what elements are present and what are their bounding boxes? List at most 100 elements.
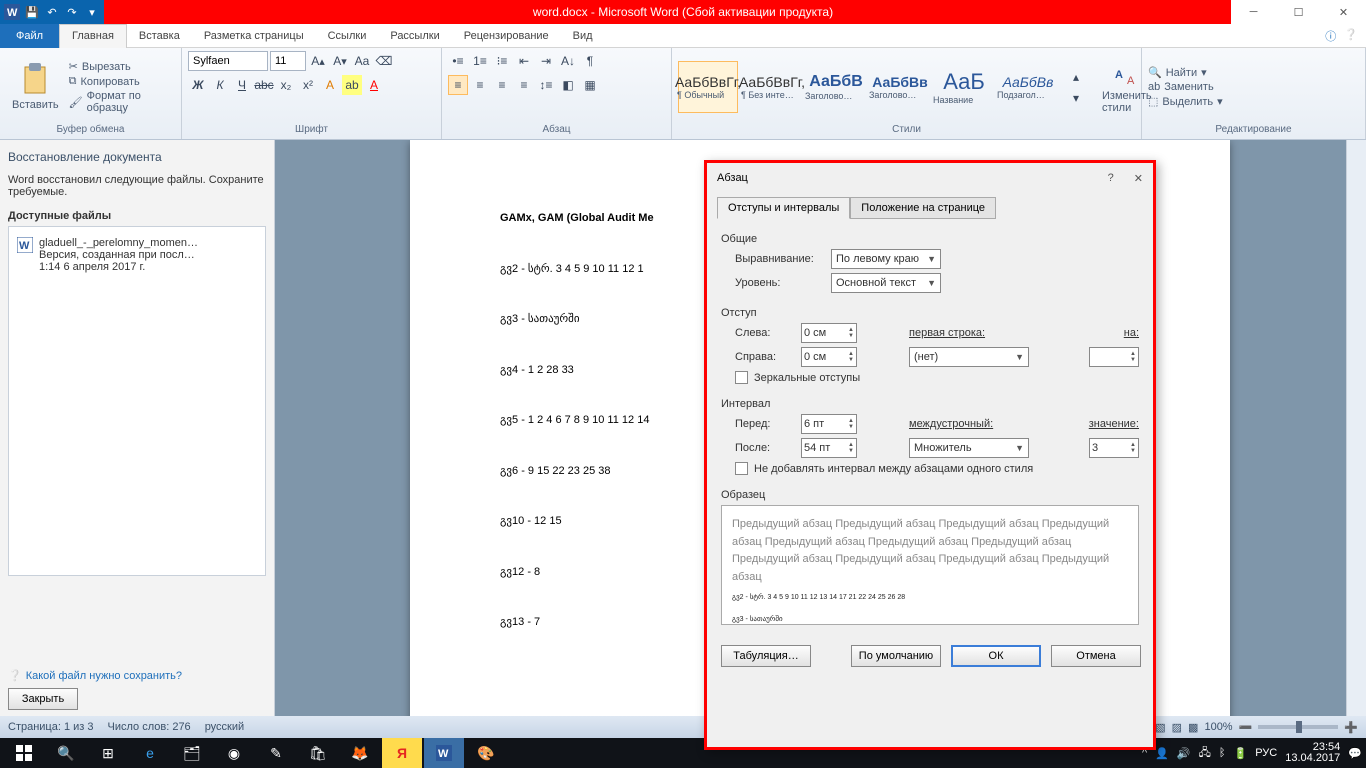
clear-format-icon[interactable]: ⌫ — [374, 51, 394, 71]
zoom-out-icon[interactable]: ➖ — [1239, 721, 1253, 734]
paste-button[interactable]: Вставить — [6, 61, 65, 113]
scrollbar-vertical[interactable] — [1346, 140, 1366, 716]
start-button[interactable] — [4, 738, 44, 768]
text-effects-icon[interactable]: A — [320, 75, 340, 95]
paint-icon[interactable]: 🎨 — [466, 738, 506, 768]
dialog-help-icon[interactable]: ? — [1108, 172, 1114, 185]
zoom-slider[interactable] — [1258, 725, 1338, 729]
strike-button[interactable]: abc — [254, 75, 274, 95]
linespacing-combo[interactable]: Множитель▼ — [909, 438, 1029, 458]
indent-left-spinner[interactable]: 0 см▲▼ — [801, 323, 857, 343]
indent-right-spinner[interactable]: 0 см▲▼ — [801, 347, 857, 367]
format-painter-button[interactable]: 🖌Формат по образцу — [69, 90, 175, 114]
copy-button[interactable]: ⧉Копировать — [69, 75, 175, 88]
save-icon[interactable]: 💾 — [24, 4, 40, 20]
styles-gallery-more[interactable]: ▴ ▾ — [1066, 67, 1086, 108]
tray-bluetooth-icon[interactable]: ᛒ — [1219, 747, 1226, 759]
cancel-button[interactable]: Отмена — [1051, 645, 1141, 667]
tab-indents[interactable]: Отступы и интервалы — [717, 197, 850, 219]
font-family-select[interactable] — [188, 51, 268, 71]
zoom-level[interactable]: 100% — [1204, 721, 1232, 733]
tray-clock[interactable]: 23:54 13.04.2017 — [1285, 742, 1340, 764]
line-spacing-icon[interactable]: ↕≡ — [536, 75, 556, 95]
default-button[interactable]: По умолчанию — [851, 645, 941, 667]
align-right-icon[interactable]: ≡ — [492, 75, 512, 95]
replace-button[interactable]: abЗаменить — [1148, 81, 1223, 93]
tray-lang[interactable]: РУС — [1255, 747, 1277, 759]
tab-review[interactable]: Рецензирование — [452, 24, 561, 48]
mirror-checkbox[interactable] — [735, 371, 748, 384]
file-tab[interactable]: Файл — [0, 24, 59, 48]
minimize-button[interactable]: ─ — [1231, 0, 1276, 24]
qat-more-icon[interactable]: ▾ — [84, 4, 100, 20]
tab-layout[interactable]: Разметка страницы — [192, 24, 316, 48]
firefox-icon[interactable]: 🦊 — [340, 738, 380, 768]
show-marks-icon[interactable]: ¶ — [580, 51, 600, 71]
search-button[interactable]: 🔍 — [46, 738, 86, 768]
tab-home[interactable]: Главная — [59, 24, 127, 48]
firstline-combo[interactable]: (нет)▼ — [909, 347, 1029, 367]
app-icon[interactable]: ✎ — [256, 738, 296, 768]
before-spinner[interactable]: 6 пт▲▼ — [801, 414, 857, 434]
status-page[interactable]: Страница: 1 из 3 — [8, 721, 94, 733]
tray-volume-icon[interactable]: 🔊 — [1177, 747, 1191, 760]
style-title[interactable]: АаБНазвание — [934, 61, 994, 113]
sort-icon[interactable]: A↓ — [558, 51, 578, 71]
linespacing-value-spinner[interactable]: 3▲▼ — [1089, 438, 1139, 458]
redo-icon[interactable]: ↷ — [64, 4, 80, 20]
font-size-select[interactable] — [270, 51, 306, 71]
tab-position[interactable]: Положение на странице — [850, 197, 996, 219]
style-heading1[interactable]: АаБбВЗаголово… — [806, 61, 866, 113]
word-taskbar-icon[interactable]: W — [424, 738, 464, 768]
shading-icon[interactable]: ◧ — [558, 75, 578, 95]
multilevel-icon[interactable]: ⁝≡ — [492, 51, 512, 71]
bullets-icon[interactable]: •≡ — [448, 51, 468, 71]
yandex-icon[interactable]: Я — [382, 738, 422, 768]
explorer-icon[interactable]: 🗂 — [172, 738, 212, 768]
recovery-which-link[interactable]: ❔ Какой файл нужно сохранить? — [8, 669, 266, 682]
align-combo[interactable]: По левому краю▼ — [831, 249, 941, 269]
style-heading2[interactable]: АаБбВвЗаголово… — [870, 61, 930, 113]
shrink-font-icon[interactable]: A▾ — [330, 51, 350, 71]
select-button[interactable]: ⬚Выделить▾ — [1148, 95, 1223, 108]
after-spinner[interactable]: 54 пт▲▼ — [801, 438, 857, 458]
status-lang[interactable]: русский — [205, 721, 244, 733]
subscript-button[interactable]: x₂ — [276, 75, 296, 95]
borders-icon[interactable]: ▦ — [580, 75, 600, 95]
dialog-close-icon[interactable]: ✕ — [1134, 172, 1143, 185]
tabs-button[interactable]: Табуляция… — [721, 645, 811, 667]
highlight-icon[interactable]: ab — [342, 75, 362, 95]
chrome-icon[interactable]: ◉ — [214, 738, 254, 768]
nosame-checkbox[interactable] — [735, 462, 748, 475]
firstline-by-spinner[interactable]: ▲▼ — [1089, 347, 1139, 367]
view-outline-icon[interactable]: ▨ — [1172, 721, 1182, 734]
zoom-in-icon[interactable]: ➕ — [1344, 721, 1358, 734]
cut-button[interactable]: ✂Вырезать — [69, 60, 175, 73]
tray-battery-icon[interactable]: 🔋 — [1234, 747, 1248, 760]
minimize-ribbon-icon[interactable]: ⓘ — [1325, 28, 1336, 44]
align-left-icon[interactable]: ≡ — [448, 75, 468, 95]
tray-network-icon[interactable]: 🖧 — [1199, 744, 1211, 763]
dec-indent-icon[interactable]: ⇤ — [514, 51, 534, 71]
tray-people-icon[interactable]: 👤 — [1155, 747, 1169, 760]
justify-icon[interactable]: ≡ — [514, 75, 534, 95]
undo-icon[interactable]: ↶ — [44, 4, 60, 20]
store-icon[interactable]: 🛍 — [298, 738, 338, 768]
grow-font-icon[interactable]: A▴ — [308, 51, 328, 71]
help-icon[interactable]: ❔ — [1344, 28, 1358, 44]
bold-button[interactable]: Ж — [188, 75, 208, 95]
font-color-icon[interactable]: A — [364, 75, 384, 95]
edge-icon[interactable]: e — [130, 738, 170, 768]
style-nospacing[interactable]: АаБбВвГг,¶ Без инте… — [742, 61, 802, 113]
tray-notifications-icon[interactable]: 💬 — [1348, 747, 1362, 760]
numbering-icon[interactable]: 1≡ — [470, 51, 490, 71]
view-draft-icon[interactable]: ▩ — [1188, 721, 1198, 734]
maximize-button[interactable]: ☐ — [1276, 0, 1321, 24]
style-normal[interactable]: АаБбВвГг,¶ Обычный — [678, 61, 738, 113]
underline-button[interactable]: Ч — [232, 75, 252, 95]
tab-mailings[interactable]: Рассылки — [378, 24, 451, 48]
find-button[interactable]: 🔍Найти▾ — [1148, 66, 1223, 79]
task-view-button[interactable]: ⊞ — [88, 738, 128, 768]
view-web-icon[interactable]: ▧ — [1155, 721, 1165, 734]
tab-view[interactable]: Вид — [561, 24, 605, 48]
